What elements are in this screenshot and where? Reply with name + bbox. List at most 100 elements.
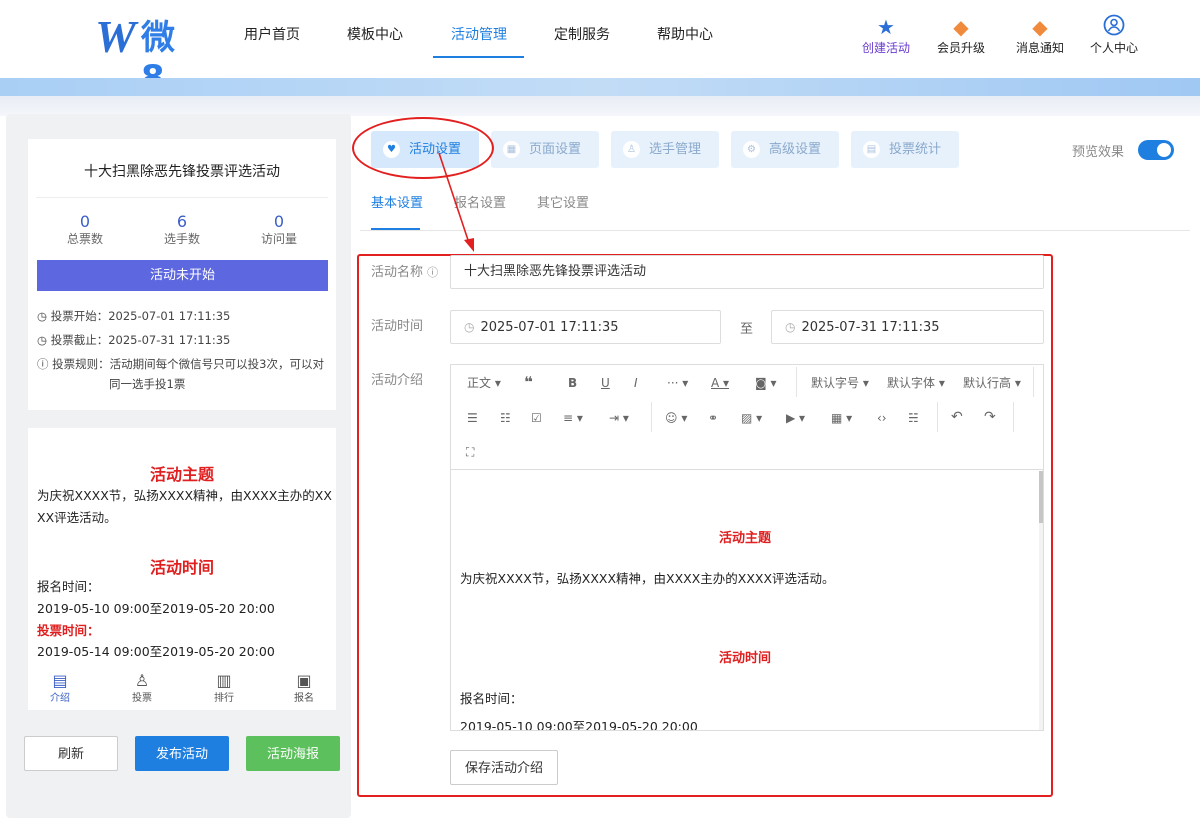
nav-activity-management[interactable]: 活动管理 [451,25,507,45]
video-icon[interactable]: ▶ ▾ [786,410,805,426]
toolbar-separator [937,402,938,432]
personal-center-button[interactable]: 个人中心 [1074,14,1154,62]
undo-icon[interactable]: ↶ [951,409,963,425]
intro-signup-range: 2019-05-10 09:00至2019-05-20 20:00 [37,601,275,616]
fullscreen-icon[interactable]: ⛶ [466,444,474,460]
tab-label: 选手管理 [649,142,702,157]
member-upgrade-label: 会员升级 [936,41,985,55]
code-icon[interactable]: ‹› [877,410,887,426]
publish-activity-button[interactable]: 发布活动 [135,736,229,771]
end-time-value: 2025-07-31 17:11:35 [801,320,940,335]
vote-start-text: 投票开始：2025-07-01 17:11:35 [50,309,231,323]
tab-label: 投票统计 [889,142,942,157]
end-time-input[interactable]: ◷ 2025-07-31 17:11:35 [771,310,1044,344]
image-icon[interactable]: ▨ ▾ [741,410,762,426]
clock-icon: ◷ [464,320,475,334]
create-activity-button[interactable]: ★ 创建活动 [846,14,926,62]
info-icon: ⓘ [37,357,53,371]
start-time-input[interactable]: ◷ 2025-07-01 17:11:35 [450,310,721,344]
refresh-button[interactable]: 刷新 [24,736,118,771]
indent-icon[interactable]: ⇥ ▾ [609,410,629,426]
editor-content[interactable]: 活动主题 为庆祝XXXX节，弘扬XXXX精神，由XXXX主办的XXXX评选活动。… [451,471,1039,730]
font-color-icon[interactable]: A ▾ [711,375,729,391]
preview-tab-signup[interactable]: ▣ 报名 [280,670,328,706]
blockquote-icon[interactable]: ❝ [524,374,533,390]
activity-status-button[interactable]: 活动未开始 [37,260,328,291]
redo-icon[interactable]: ↷ [984,409,996,425]
tab-page-settings[interactable]: ▦ 页面设置 [491,131,599,168]
background-color-icon[interactable]: ◙ ▾ [755,375,776,391]
save-intro-button[interactable]: 保存活动介绍 [450,750,558,785]
stat-label: 选手数 [163,232,200,246]
italic-icon[interactable]: I [634,375,638,391]
tab-label: 页面设置 [529,142,582,157]
nav-active-indicator [433,56,524,58]
bold-icon[interactable]: B [568,375,577,391]
tab-advanced-settings[interactable]: ⚙ 高级设置 [731,131,839,168]
notifications-button[interactable]: ◆ 消息通知 [1000,14,1080,62]
editor-signup-label: 报名时间： [460,691,523,706]
table-icon[interactable]: ▦ ▾ [831,410,852,426]
dropdown-value: 正文 [467,376,492,390]
header-band [0,96,1200,116]
more-icon[interactable]: ··· ▾ [667,375,688,391]
tab-vote-statistics[interactable]: ▤ 投票统计 [851,131,959,168]
intro-vote-range: 2019-05-14 09:00至2019-05-20 20:00 [37,644,275,659]
rich-text-editor: 正文 ▾ ❝ B U I ··· ▾ A ▾ ◙ ▾ 默认字号 ▾ 默认字体 ▾… [450,364,1044,731]
nav-user-home[interactable]: 用户首页 [244,25,300,45]
bullet-list-icon[interactable]: ☰ [467,410,478,426]
toolbar-separator [1013,402,1014,432]
dropdown-value: 默认行高 [963,376,1012,390]
annotation-arrow [438,152,474,252]
start-time-value: 2025-07-01 17:11:35 [480,320,619,335]
header-banner [0,78,1200,96]
member-upgrade-button[interactable]: ◆ 会员升级 [921,14,1001,62]
font-family-dropdown[interactable]: 默认字体 ▾ [887,375,945,391]
activity-name-input[interactable]: 十大扫黑除恶先锋投票评选活动 [450,255,1044,289]
label-text: 活动名称 [371,265,424,280]
preview-effect-toggle[interactable] [1138,140,1174,160]
create-activity-label: 创建活动 [861,41,910,55]
subtab-other-settings[interactable]: 其它设置 [537,196,589,212]
divider-icon[interactable]: ☵ [908,410,919,426]
divider [36,197,328,198]
activity-time-label: 活动时间 [371,319,424,334]
vote-end-info: ◷ 投票截止：2025-07-31 17:11:35 [37,329,329,351]
activity-name-label: 活动名称 ⓘ [371,264,438,282]
align-icon[interactable]: ≡ ▾ [563,410,583,426]
editor-theme-paragraph: 为庆祝XXXX节，弘扬XXXX精神，由XXXX主办的XXXX评选活动。 [460,571,835,586]
checklist-icon[interactable]: ☑ [531,410,542,426]
clock-icon: ◷ [37,333,51,347]
nav-custom-service[interactable]: 定制服务 [554,25,610,45]
activity-summary-card: 十大扫黑除恶先锋投票评选活动 0 总票数 6 选手数 0 访问量 活动未开始 ◷… [28,139,336,410]
vote-rule-info: ⓘ 投票规则：活动期间每个微信号只可以投3次，可以对 [37,353,329,375]
preview-tab-vote[interactable]: ♙ 投票 [118,670,166,706]
paragraph-format-dropdown[interactable]: 正文 ▾ [467,375,501,391]
editor-scrollbar-thumb[interactable] [1039,471,1043,523]
tab-contestant-management[interactable]: ♙ 选手管理 [611,131,719,168]
stat-label: 总票数 [66,232,103,246]
link-icon[interactable]: ⚭ [708,410,718,426]
intro-vote-label: 投票时间： [37,623,100,638]
numbered-list-icon[interactable]: ☷ [500,410,511,426]
font-size-dropdown[interactable]: 默认字号 ▾ [811,375,869,391]
dropdown-value: 默认字体 [887,376,936,390]
nav-template-center[interactable]: 模板中心 [347,25,403,45]
subtab-basic-settings[interactable]: 基本设置 [371,196,423,212]
editor-time-heading: 活动时间 [718,651,771,666]
star-icon: ★ [877,15,895,39]
preview-tab-ranking[interactable]: ▥ 排行 [200,670,248,706]
logo[interactable]: W 微8 [95,14,195,99]
help-icon[interactable]: ⓘ [427,266,438,279]
editor-theme-heading: 活动主题 [718,531,771,546]
activity-poster-button[interactable]: 活动海报 [246,736,340,771]
preview-tab-intro[interactable]: ▤ 介绍 [36,670,84,706]
underline-icon[interactable]: U [601,375,610,391]
editor-toolbar: 正文 ▾ ❝ B U I ··· ▾ A ▾ ◙ ▾ 默认字号 ▾ 默认字体 ▾… [451,365,1043,470]
intro-time-heading: 活动时间 [149,558,214,577]
vote-rule-text: 投票规则：活动期间每个微信号只可以投3次，可以对 [52,357,324,371]
clock-icon: ◷ [785,320,796,334]
emoji-icon[interactable]: ☺ ▾ [665,410,687,426]
line-height-dropdown[interactable]: 默认行高 ▾ [963,375,1021,391]
nav-help-center[interactable]: 帮助中心 [657,25,713,45]
